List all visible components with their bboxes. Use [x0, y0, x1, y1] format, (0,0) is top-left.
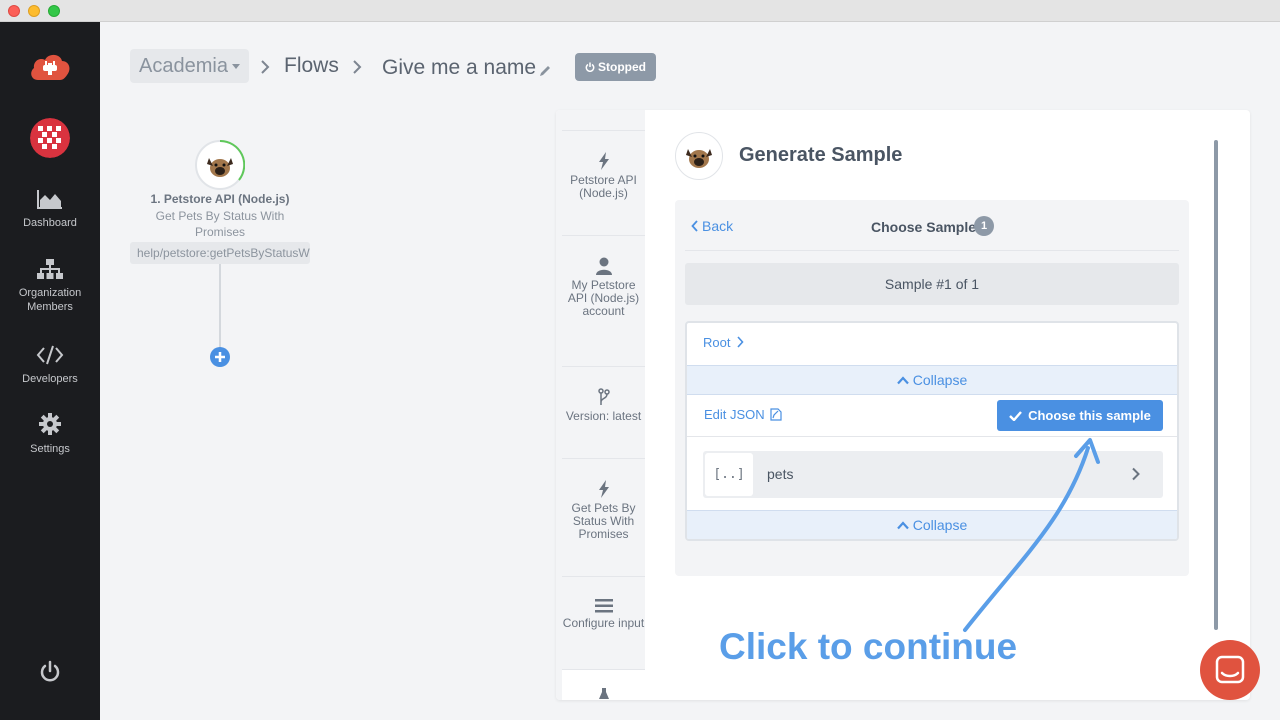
- sitemap-icon: [37, 259, 63, 279]
- chevron-right-icon: [1132, 467, 1140, 481]
- tab-label: My Petstore API (Node.js) account: [567, 278, 640, 318]
- sample-chooser: Back Choose Sample 1 Sample #1 of 1 Root…: [675, 200, 1189, 576]
- edit-json-label: Edit JSON: [704, 407, 765, 422]
- power-icon[interactable]: [38, 660, 62, 684]
- panel-title: Generate Sample: [739, 144, 903, 166]
- breadcrumb-flows[interactable]: Flows: [284, 54, 339, 78]
- chevron-up-icon: [896, 376, 909, 385]
- panel-tabs: Petstore API (Node.js) My Petstore API (…: [556, 110, 645, 700]
- caret-down-icon: [231, 64, 240, 70]
- nav-label-organization-members: Organization Members: [18, 287, 82, 313]
- tab-version[interactable]: Version: latest: [562, 366, 645, 459]
- user-icon: [595, 257, 612, 275]
- tab-configure-input[interactable]: Configure input: [562, 576, 645, 669]
- nav-item-organization-members[interactable]: Organization Members: [0, 258, 100, 314]
- back-label: Back: [702, 218, 734, 234]
- flow-connector: [219, 264, 221, 348]
- step-progress-ring: [219, 140, 245, 181]
- sample-count-badge: 1: [974, 216, 994, 236]
- chevron-right-icon: [261, 60, 270, 74]
- tab-petstore-api[interactable]: Petstore API (Node.js): [562, 130, 645, 236]
- branch-icon: [597, 388, 610, 405]
- left-nav: Dashboard Organization Members Developer…: [0, 22, 100, 720]
- bolt-icon: [598, 152, 609, 170]
- bolt-icon: [598, 480, 609, 498]
- chart-area-icon: [37, 190, 62, 209]
- root-label: Root: [703, 335, 731, 350]
- step-config-panel: Petstore API (Node.js) My Petstore API (…: [556, 110, 1250, 700]
- org-selector[interactable]: Academia: [130, 49, 249, 83]
- chat-icon: [1215, 655, 1245, 684]
- chevron-left-icon: [691, 220, 698, 232]
- tab-generate-sample[interactable]: [562, 669, 645, 700]
- annotation-arrow-icon: [963, 438, 1100, 632]
- choose-this-sample-button[interactable]: Choose this sample: [997, 400, 1163, 431]
- check-icon: [1009, 411, 1022, 422]
- gear-icon: [39, 413, 61, 435]
- tab-label: Version: latest: [565, 409, 642, 423]
- pencil-icon[interactable]: [538, 64, 552, 78]
- flask-icon: [598, 688, 609, 699]
- tab-account[interactable]: My Petstore API (Node.js) account: [562, 235, 645, 366]
- org-name: Academia: [139, 55, 228, 77]
- panel-scrollbar[interactable]: [1214, 140, 1218, 630]
- tab-label: Get Pets By Status With Promises: [571, 501, 636, 541]
- power-icon: [585, 62, 595, 73]
- nav-item-settings[interactable]: Settings: [0, 412, 100, 456]
- close-window-button[interactable]: [8, 5, 20, 17]
- nav-label-dashboard: Dashboard: [23, 217, 77, 229]
- step-path: help/petstore:getPetsByStatusWithPromise…: [130, 242, 310, 264]
- window-titlebar: [0, 0, 1280, 22]
- nav-label-settings: Settings: [30, 443, 70, 455]
- chevron-right-icon: [353, 60, 362, 74]
- nav-label-developers: Developers: [22, 373, 78, 385]
- flow-name[interactable]: Give me a name: [382, 56, 536, 80]
- annotation-text: Click to continue: [719, 626, 1018, 667]
- step-title: 1. Petstore API (Node.js): [150, 192, 290, 206]
- chevron-up-icon: [896, 521, 909, 530]
- chevron-right-icon: [737, 336, 744, 348]
- collapse-top-button[interactable]: Collapse: [687, 365, 1177, 395]
- collapse-label: Collapse: [912, 372, 968, 388]
- back-link[interactable]: Back: [691, 218, 733, 234]
- cloud-plug-logo-icon[interactable]: [28, 50, 72, 86]
- step-description: Get Pets By Status With Promises: [155, 209, 285, 239]
- code-icon: [36, 345, 64, 365]
- chat-launcher-button[interactable]: [1200, 640, 1260, 700]
- dog-avatar-icon: [675, 132, 723, 180]
- menu-icon: [594, 599, 613, 613]
- edit-file-icon: [770, 408, 782, 421]
- nav-item-developers[interactable]: Developers: [0, 344, 100, 386]
- minimize-window-button[interactable]: [28, 5, 40, 17]
- array-icon: [..]: [705, 453, 753, 496]
- divider: [685, 250, 1179, 251]
- status-stopped-button[interactable]: Stopped: [575, 53, 656, 81]
- edit-json-link[interactable]: Edit JSON: [704, 407, 782, 422]
- tab-get-pets[interactable]: Get Pets By Status With Promises: [562, 458, 645, 577]
- root-breadcrumb[interactable]: Root: [703, 335, 744, 350]
- add-step-button[interactable]: [210, 347, 230, 367]
- maximize-window-button[interactable]: [48, 5, 60, 17]
- choose-sample-title: Choose Sample: [871, 219, 977, 235]
- choose-button-label: Choose this sample: [1028, 408, 1151, 423]
- tab-label: Configure input: [562, 616, 645, 630]
- flow-step-node[interactable]: [195, 140, 245, 190]
- nav-item-dashboard[interactable]: Dashboard: [0, 188, 100, 230]
- status-label: Stopped: [598, 60, 646, 74]
- org-avatar[interactable]: [30, 118, 70, 158]
- tab-label: Petstore API (Node.js): [570, 173, 637, 200]
- plus-icon: [215, 352, 225, 362]
- sample-counter: Sample #1 of 1: [685, 263, 1179, 305]
- node-label: pets: [767, 466, 794, 482]
